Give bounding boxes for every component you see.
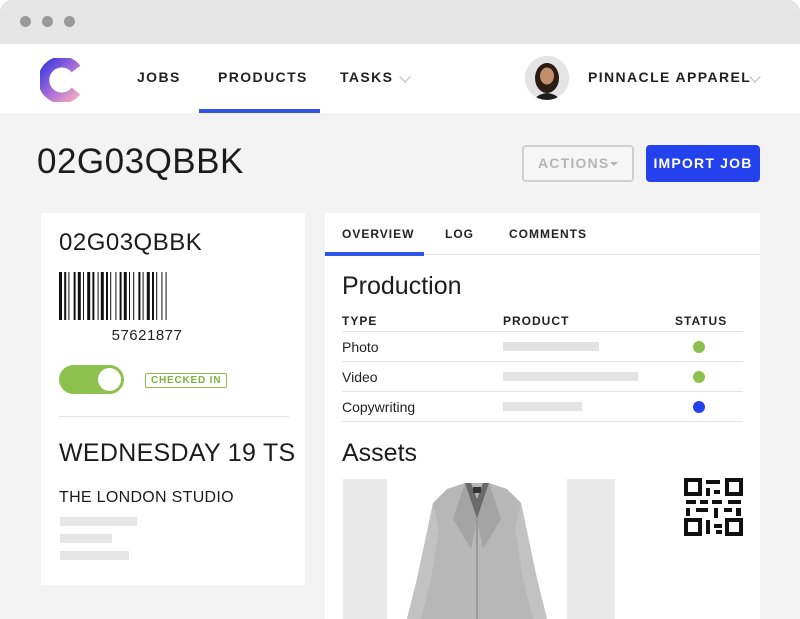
nav-tasks[interactable]: TASKS xyxy=(340,69,393,85)
import-job-button[interactable]: IMPORT JOB xyxy=(646,145,760,182)
barcode-stripe xyxy=(138,272,141,320)
barcode-stripe xyxy=(110,272,112,320)
tab-overview[interactable]: OVERVIEW xyxy=(342,227,414,241)
tab-log[interactable]: LOG xyxy=(445,227,474,241)
toggle-knob xyxy=(98,368,121,391)
barcode-stripe xyxy=(133,272,135,320)
placeholder-line xyxy=(60,551,129,560)
barcode-stripe xyxy=(156,272,158,320)
barcode-stripe xyxy=(64,272,67,320)
row-type[interactable]: Photo xyxy=(342,339,379,355)
barcode-stripe xyxy=(115,272,117,320)
app-logo-icon[interactable] xyxy=(40,58,80,102)
caret-down-icon xyxy=(610,162,618,166)
barcode-stripe xyxy=(83,272,84,320)
page-title: 02G03QBBK xyxy=(37,142,244,181)
avatar[interactable] xyxy=(525,56,569,100)
app-window: JOBS PRODUCTS TASKS PINNACLE APPAREL 02G… xyxy=(0,0,800,619)
barcode-stripe xyxy=(100,272,104,320)
top-navbar: JOBS PRODUCTS TASKS PINNACLE APPAREL xyxy=(0,44,800,113)
barcode-stripe xyxy=(106,272,108,320)
barcode-stripe xyxy=(146,272,150,320)
job-code: 02G03QBBK xyxy=(59,229,203,256)
row-type[interactable]: Video xyxy=(342,369,378,385)
actions-label: ACTIONS xyxy=(538,155,610,171)
row-type[interactable]: Copywriting xyxy=(342,399,415,415)
job-detail-card: OVERVIEW LOG COMMENTS Production TYPE PR… xyxy=(325,213,760,619)
divider xyxy=(59,416,289,417)
barcode-stripe xyxy=(152,272,154,320)
status-dot xyxy=(693,341,705,353)
window-maximize-dot[interactable] xyxy=(64,16,75,27)
row-divider xyxy=(342,361,743,362)
column-header-status: STATUS xyxy=(675,314,728,328)
product-placeholder xyxy=(503,402,582,411)
window-minimize-dot[interactable] xyxy=(42,16,53,27)
nav-active-indicator xyxy=(199,109,320,113)
status-dot xyxy=(693,401,705,413)
studio-name: THE LONDON STUDIO xyxy=(59,489,234,506)
column-header-type: TYPE xyxy=(342,314,378,328)
avatar-photo xyxy=(525,56,569,100)
status-dot xyxy=(693,371,705,383)
barcode-stripe xyxy=(161,272,163,320)
barcode-stripe xyxy=(77,272,81,320)
asset-image[interactable] xyxy=(387,479,567,619)
barcode-stripe xyxy=(123,272,127,320)
status-badge: CHECKED IN xyxy=(145,373,228,388)
assets-heading: Assets xyxy=(342,439,418,467)
production-heading: Production xyxy=(342,272,462,300)
qr-code-icon[interactable] xyxy=(684,478,743,536)
barcode-stripe xyxy=(97,272,99,320)
row-divider xyxy=(342,391,743,392)
barcode xyxy=(59,272,167,320)
barcode-stripe xyxy=(142,272,144,320)
row-divider xyxy=(342,331,743,332)
barcode-stripe xyxy=(129,272,130,320)
barcode-number: 57621877 xyxy=(111,327,183,344)
nav-jobs[interactable]: JOBS xyxy=(137,69,181,85)
account-name[interactable]: PINNACLE APPAREL xyxy=(588,69,751,85)
column-header-product: PRODUCT xyxy=(503,314,570,328)
coat-image xyxy=(407,483,547,619)
actions-dropdown[interactable]: ACTIONS xyxy=(522,145,634,182)
barcode-stripe xyxy=(165,272,167,320)
product-placeholder xyxy=(503,342,599,351)
nav-products[interactable]: PRODUCTS xyxy=(218,69,308,85)
barcode-stripe xyxy=(59,272,62,320)
job-summary-card: 02G03QBBK 57621877 CHECKED IN WEDNESDAY … xyxy=(41,213,305,585)
window-titlebar xyxy=(0,0,800,44)
window-close-dot[interactable] xyxy=(20,16,31,27)
barcode-stripe xyxy=(119,272,122,320)
product-placeholder xyxy=(503,372,638,381)
tab-active-indicator xyxy=(325,252,424,256)
tab-comments[interactable]: COMMENTS xyxy=(509,227,587,241)
chevron-down-icon[interactable] xyxy=(399,71,411,83)
checked-in-toggle[interactable] xyxy=(59,365,124,394)
shoot-date: WEDNESDAY 19 TS xyxy=(59,439,296,467)
placeholder-line xyxy=(60,517,137,526)
barcode-stripe xyxy=(73,272,76,320)
barcode-stripe xyxy=(87,272,91,320)
placeholder-line xyxy=(60,534,112,543)
row-divider xyxy=(342,421,743,422)
barcode-stripe xyxy=(92,272,95,320)
barcode-stripe xyxy=(68,272,70,320)
